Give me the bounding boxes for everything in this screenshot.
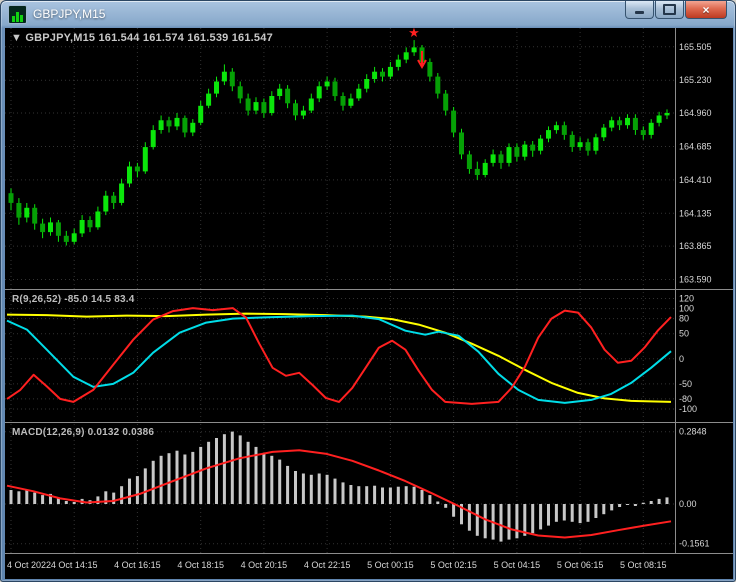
svg-text:4 Oct 14:15: 4 Oct 14:15 (51, 560, 98, 570)
chart-panels[interactable]: 165.505 165.230 164.960 164.685 164.410 164.1… (5, 28, 733, 579)
minimize-button[interactable] (625, 1, 654, 19)
close-icon: × (702, 2, 710, 17)
svg-text:4 Oct 18:15: 4 Oct 18:15 (177, 560, 224, 570)
maximize-icon (663, 4, 676, 15)
maximize-button[interactable] (655, 1, 684, 19)
svg-text:164.685: 164.685 (679, 142, 712, 152)
svg-text:0.00: 0.00 (679, 499, 697, 509)
chart-window: GBPJPY,M15 × 165.505 165.230 164.960 164.68… (0, 0, 736, 582)
window-title: GBPJPY,M15 (33, 7, 106, 21)
svg-text:4 Oct 20:15: 4 Oct 20:15 (241, 560, 288, 570)
svg-text:164.135: 164.135 (679, 208, 712, 218)
svg-text:4 Oct 22:15: 4 Oct 22:15 (304, 560, 351, 570)
svg-text:163.865: 163.865 (679, 241, 712, 251)
chart-canvas[interactable]: 165.505 165.230 164.960 164.685 164.410 164.1… (5, 28, 733, 579)
svg-text:5 Oct 02:15: 5 Oct 02:15 (430, 560, 477, 570)
svg-text:-50: -50 (679, 379, 692, 389)
minimize-icon (635, 11, 644, 14)
svg-text:5 Oct 00:15: 5 Oct 00:15 (367, 560, 414, 570)
svg-text:164.410: 164.410 (679, 175, 712, 185)
svg-text:5 Oct 08:15: 5 Oct 08:15 (620, 560, 667, 570)
chart-icon (8, 4, 27, 24)
svg-text:-0.1561: -0.1561 (679, 539, 710, 549)
svg-text:164.960: 164.960 (679, 108, 712, 118)
close-button[interactable]: × (685, 1, 727, 19)
title-bar[interactable]: GBPJPY,M15 × (1, 1, 735, 27)
svg-text:165.505: 165.505 (679, 42, 712, 52)
svg-text:4 Oct 16:15: 4 Oct 16:15 (114, 560, 161, 570)
chart-client-area[interactable]: 165.505 165.230 164.960 164.685 164.410 164.1… (5, 28, 733, 579)
svg-text:0.2848: 0.2848 (679, 427, 707, 437)
svg-text:5 Oct 06:15: 5 Oct 06:15 (557, 560, 604, 570)
svg-text:80: 80 (679, 314, 689, 324)
svg-text:-80: -80 (679, 394, 692, 404)
svg-text:165.230: 165.230 (679, 75, 712, 85)
svg-text:120: 120 (679, 294, 694, 304)
svg-text:163.590: 163.590 (679, 275, 712, 285)
sell-signal-star-icon: ★ (408, 28, 420, 40)
window-controls: × (624, 1, 727, 19)
svg-text:5 Oct 04:15: 5 Oct 04:15 (494, 560, 541, 570)
svg-text:4 Oct 2022: 4 Oct 2022 (7, 560, 51, 570)
svg-text:50: 50 (679, 329, 689, 339)
svg-text:-100: -100 (679, 404, 697, 414)
svg-text:100: 100 (679, 304, 694, 314)
svg-text:0: 0 (679, 354, 684, 364)
